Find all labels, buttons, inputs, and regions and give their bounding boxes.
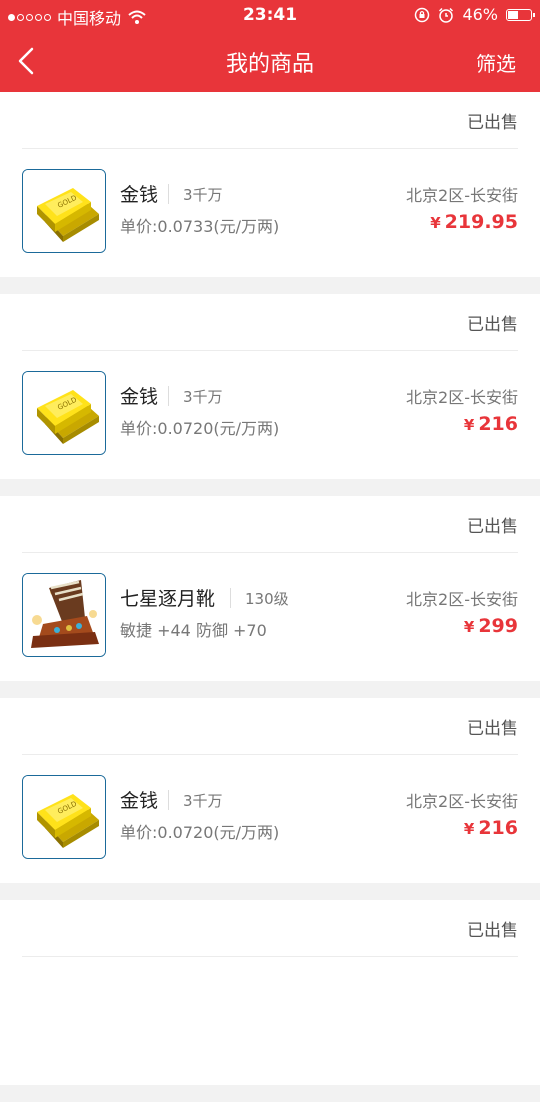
sale-status: 已出售 [467, 113, 518, 133]
product-detail: 单价:0.0733(元/万两) [120, 217, 280, 236]
battery-percent: 46% [462, 5, 498, 24]
currency-symbol: ¥ [463, 618, 475, 636]
server-name: 北京2区-长安街 [406, 186, 518, 205]
product-detail: 单价:0.0720(元/万两) [120, 823, 280, 842]
product-list: 已出售 金钱 3千万 单价:0.0733(元/万两) 北京2区-长安街 ¥219… [0, 92, 540, 1102]
product-level: 130级 [245, 590, 289, 608]
separator [168, 790, 169, 810]
separator [168, 184, 169, 204]
alarm-icon [439, 7, 454, 23]
price-value: 299 [478, 615, 518, 637]
server-name: 北京2区-长安街 [406, 388, 518, 407]
filter-button[interactable]: 筛选 [476, 48, 516, 77]
gold-ingot-icon [22, 169, 106, 253]
price-value: 216 [478, 413, 518, 435]
status-bar: 中国移动 23:41 46% [0, 0, 540, 30]
product-price: ¥299 [464, 615, 518, 637]
product-price: ¥219.95 [430, 211, 518, 233]
status-bar-right: 46% [414, 5, 535, 24]
product-quantity: 3千万 [183, 388, 223, 406]
gold-ingot-icon [22, 775, 106, 859]
sale-status: 已出售 [467, 315, 518, 335]
battery-icon [506, 8, 535, 21]
sale-status: 已出售 [467, 517, 518, 537]
divider [22, 552, 518, 553]
divider [22, 956, 518, 957]
divider [22, 754, 518, 755]
product-card[interactable]: 已出售 金钱 3千万 单价:0.0720(元/万两) 北京2区-长安街 ¥216 [0, 698, 540, 883]
product-name: 七星逐月靴 [120, 588, 216, 610]
product-price: ¥216 [464, 817, 518, 839]
gold-ingot-icon [22, 371, 106, 455]
product-name: 金钱 [120, 184, 159, 206]
battery-level [508, 10, 518, 19]
rotation-lock-icon [415, 7, 430, 22]
separator [230, 588, 231, 608]
sale-status: 已出售 [467, 921, 518, 941]
product-card[interactable]: 已出售 [0, 900, 540, 1085]
price-value: 216 [478, 817, 518, 839]
product-card[interactable]: 已出售 金钱 3千万 单价:0.0720(元/万两) 北京2区-长安街 ¥216 [0, 294, 540, 479]
currency-symbol: ¥ [463, 416, 475, 434]
separator [168, 386, 169, 406]
product-quantity: 3千万 [183, 792, 223, 810]
server-name: 北京2区-长安街 [406, 590, 518, 609]
product-detail: 单价:0.0720(元/万两) [120, 419, 280, 438]
price-value: 219.95 [444, 211, 518, 233]
product-price: ¥216 [464, 413, 518, 435]
product-quantity: 3千万 [183, 186, 223, 204]
divider [22, 350, 518, 351]
server-name: 北京2区-长安街 [406, 792, 518, 811]
currency-symbol: ¥ [430, 214, 441, 232]
product-card[interactable]: 已出售 金钱 3千万 单价:0.0733(元/万两) 北京2区-长安街 ¥219… [0, 92, 540, 277]
nav-bar: 我的商品 筛选 [0, 30, 540, 92]
boots-icon [22, 573, 106, 657]
divider [22, 148, 518, 149]
currency-symbol: ¥ [463, 820, 475, 838]
product-detail: 敏捷 +44 防御 +70 [120, 621, 267, 640]
product-name: 金钱 [120, 386, 159, 408]
product-name: 金钱 [120, 790, 159, 812]
product-card[interactable]: 已出售 七星逐月靴 130级 敏捷 +44 防御 +70 北京2区-长安街 ¥2… [0, 496, 540, 681]
sale-status: 已出售 [467, 719, 518, 739]
page-title: 我的商品 [225, 52, 314, 77]
